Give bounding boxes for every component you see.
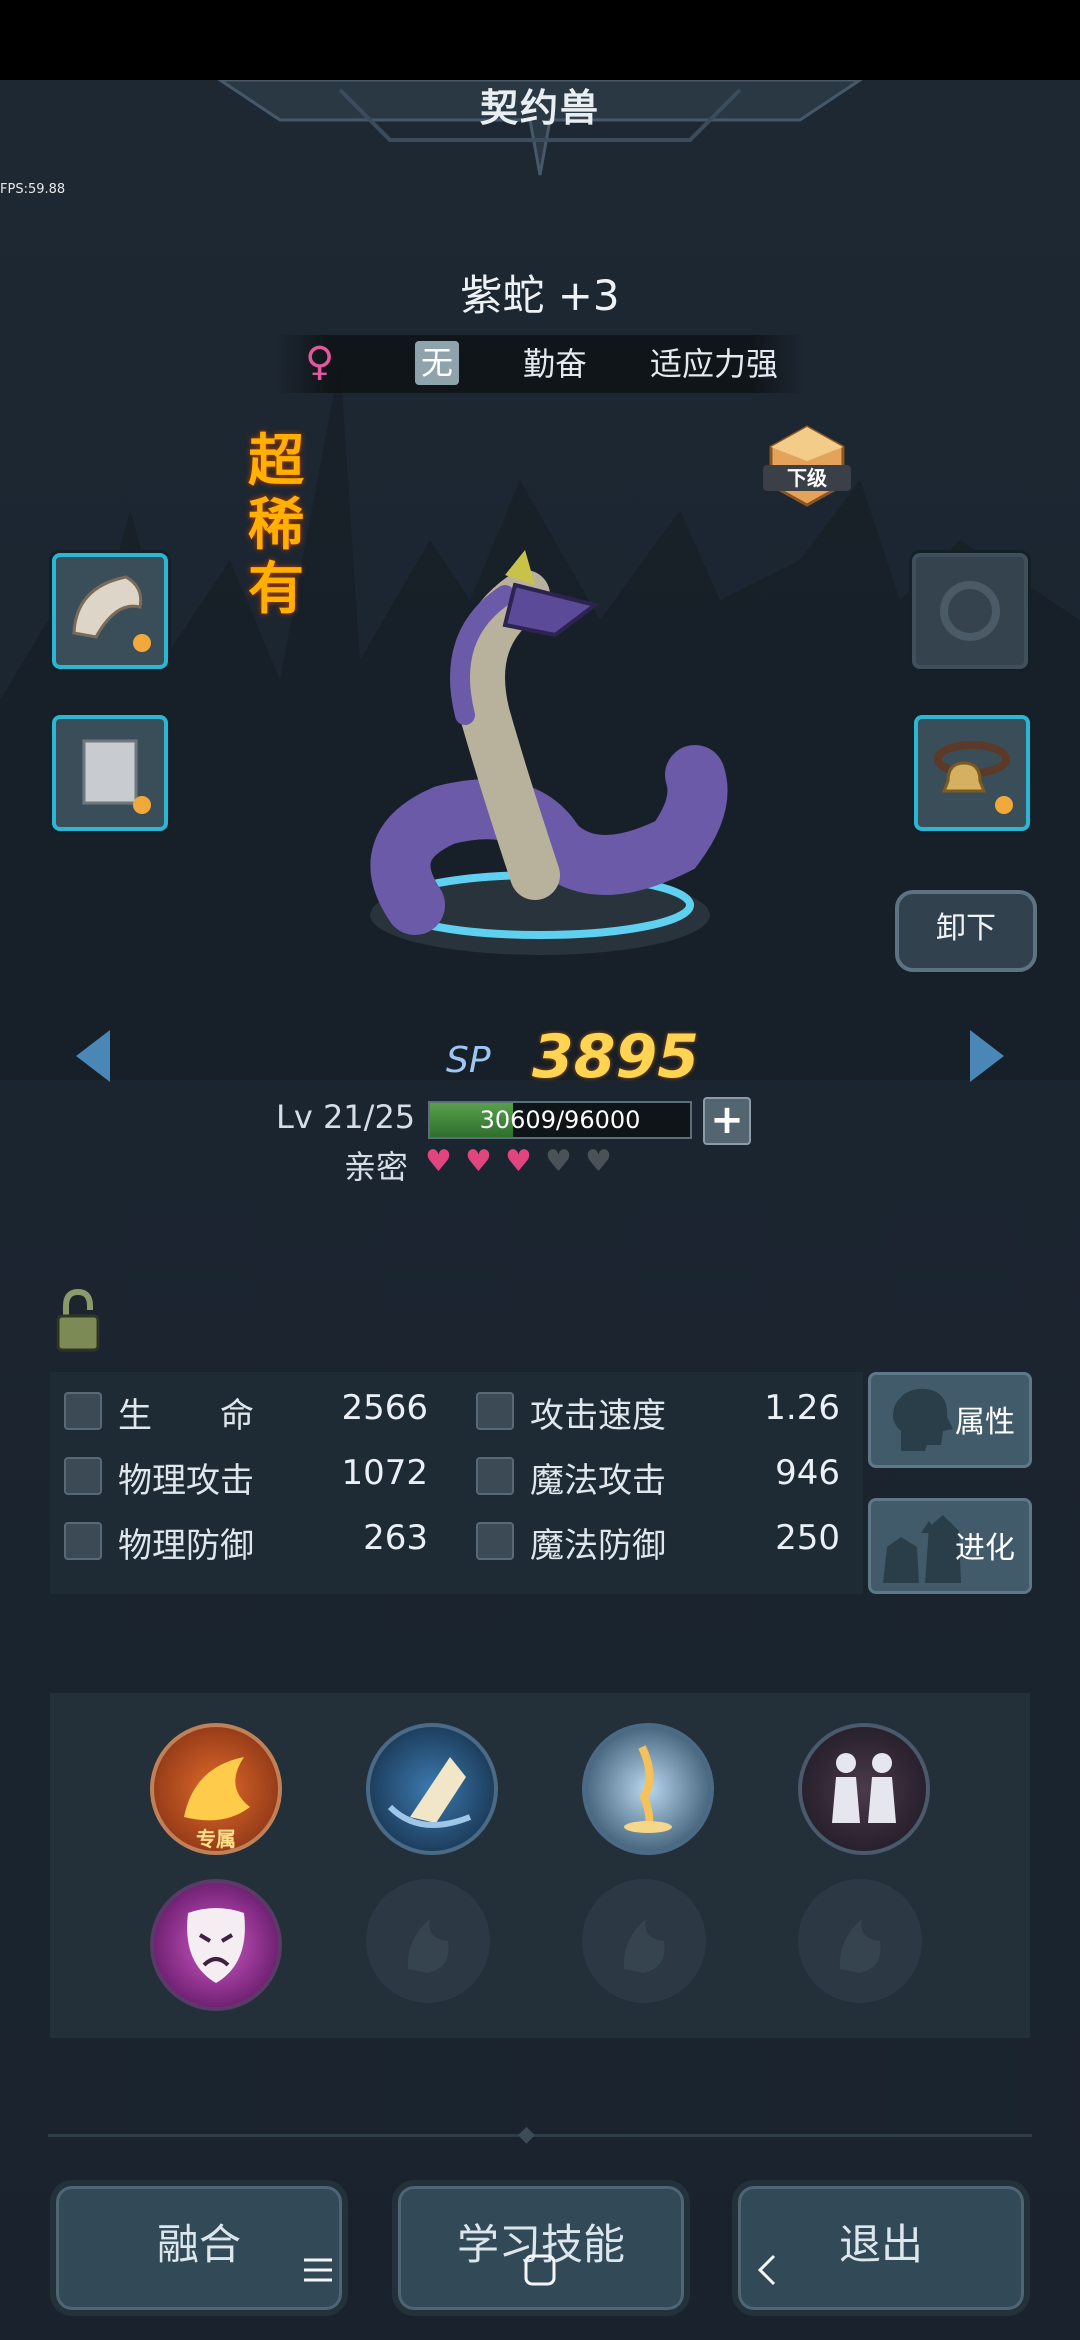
stat-value: 250 xyxy=(775,1518,840,1558)
claw-icon xyxy=(72,575,151,652)
sp-label: SP xyxy=(446,1040,491,1081)
stat-row: 生 命 2566 攻击速度 1.26 xyxy=(50,1380,863,1444)
equip-slot-claw[interactable] xyxy=(52,553,168,669)
heart-shield-icon xyxy=(64,1392,102,1430)
empty-skill-icon xyxy=(623,1919,665,1973)
bell-collar-icon xyxy=(934,741,1013,814)
back-nav-icon[interactable] xyxy=(748,2250,788,2290)
purple-snake-creature xyxy=(370,550,728,935)
stat-value: 263 xyxy=(363,1518,428,1558)
light-pillar-icon[interactable] xyxy=(582,1723,714,1855)
element-badge: 无 xyxy=(415,341,459,385)
heart-empty-icon: ♥ xyxy=(585,1144,612,1179)
twin-figures-icon xyxy=(832,1753,896,1823)
stat-value: 946 xyxy=(775,1453,840,1493)
evolve-button[interactable]: 进化 xyxy=(868,1498,1032,1594)
xp-text: 30609/96000 xyxy=(479,1106,641,1134)
empty-skill-slot[interactable] xyxy=(798,1879,922,2003)
stat-name: 魔法防御 xyxy=(530,1526,666,1566)
fuse-button[interactable]: 融合 xyxy=(50,2180,348,2316)
intimacy-label: 亲密 xyxy=(344,1148,409,1186)
stat-name: 物理防御 xyxy=(118,1526,254,1566)
prev-pet-arrow-icon[interactable] xyxy=(76,1030,110,1082)
armor-icon xyxy=(82,739,151,814)
add-xp-button[interactable]: + xyxy=(703,1097,751,1145)
stat-row: 物理攻击 1072 魔法攻击 946 xyxy=(50,1445,863,1509)
empty-skill-icon xyxy=(407,1919,449,1973)
exit-button[interactable]: 退出 xyxy=(732,2180,1030,2316)
wind-slash-icon xyxy=(387,1757,472,1828)
wind-slash-icon[interactable] xyxy=(366,1723,498,1855)
rarity-label: 超稀有 xyxy=(248,429,304,622)
trait-tag: 勤奋 xyxy=(523,345,588,383)
heart-full-icon: ♥ xyxy=(425,1144,452,1179)
divider-ornament-icon: ◆ xyxy=(518,2122,535,2147)
heart-full-icon: ♥ xyxy=(505,1144,532,1179)
attributes-button[interactable]: 属性 xyxy=(868,1372,1032,1468)
magic-shield-icon xyxy=(476,1522,514,1560)
fps-counter: FPS:59.88 xyxy=(0,182,66,197)
female-icon: ♀ xyxy=(305,339,335,385)
wand-icon xyxy=(476,1457,514,1495)
pet-name: 紫蛇 +3 xyxy=(460,271,620,320)
empty-skill-icon xyxy=(839,1919,881,1973)
page-title: 契约兽 xyxy=(479,86,600,130)
shield-icon xyxy=(64,1522,102,1560)
xp-bar: 30609/96000 xyxy=(428,1101,692,1139)
skills-panel: 专属 xyxy=(50,1693,1030,2038)
stat-name: 魔法攻击 xyxy=(530,1461,666,1501)
heart-full-icon: ♥ xyxy=(465,1144,492,1179)
trait-tag: 适应力强 xyxy=(650,345,779,383)
evolve-label: 进化 xyxy=(955,1531,1015,1566)
grade-badge: 下级 xyxy=(763,425,851,507)
stat-name: 攻击速度 xyxy=(530,1396,666,1436)
menu-nav-icon[interactable] xyxy=(298,2250,338,2290)
stat-value: 1072 xyxy=(341,1453,428,1493)
head-profile-icon xyxy=(893,1388,953,1451)
stat-value: 2566 xyxy=(341,1388,428,1428)
twin-figures-icon[interactable] xyxy=(798,1723,930,1855)
next-pet-arrow-icon[interactable] xyxy=(970,1030,1004,1082)
home-nav-icon[interactable] xyxy=(520,2250,560,2290)
learn-skill-button[interactable]: 学习技能 xyxy=(392,2180,690,2316)
pet-tags-bar: ♀ 无 勤奋 适应力强 xyxy=(275,335,805,393)
heart-empty-icon: ♥ xyxy=(545,1144,572,1179)
stat-name: 生 命 xyxy=(118,1396,254,1436)
lock-icon[interactable] xyxy=(56,1288,100,1354)
stat-row: 物理防御 263 魔法防御 250 xyxy=(50,1510,863,1574)
exclusive-label: 专属 xyxy=(196,1827,236,1851)
sp-value: 3895 xyxy=(532,1022,699,1092)
sword-icon xyxy=(64,1457,102,1495)
equip-slot-empty[interactable] xyxy=(912,553,1028,669)
stat-value: 1.26 xyxy=(764,1388,840,1428)
unequip-button[interactable]: 卸下 xyxy=(895,890,1037,972)
equip-slot-armor[interactable] xyxy=(52,715,168,831)
stat-name: 物理攻击 xyxy=(118,1461,254,1501)
level-text: Lv 21/25 xyxy=(276,1098,416,1136)
grade-label: 下级 xyxy=(763,465,851,491)
crying-mask-icon xyxy=(187,1908,245,1983)
light-pillar-icon xyxy=(624,1745,672,1833)
intimacy-hearts: ♥ ♥ ♥ ♥ ♥ xyxy=(425,1144,625,1179)
empty-skill-slot[interactable] xyxy=(582,1879,706,2003)
section-divider xyxy=(48,2134,1032,2137)
fire-claw-icon[interactable]: 专属 xyxy=(150,1723,282,1855)
crying-mask-icon[interactable] xyxy=(150,1879,282,2011)
equip-slot-collar[interactable] xyxy=(914,715,1030,831)
boot-speed-icon xyxy=(476,1392,514,1430)
empty-skill-slot[interactable] xyxy=(366,1879,490,2003)
evolve-silhouette-icon xyxy=(883,1515,961,1583)
status-bar xyxy=(0,0,1080,80)
attributes-label: 属性 xyxy=(955,1405,1015,1440)
empty-ring-icon xyxy=(940,581,1000,641)
stats-panel: 生 命 2566 攻击速度 1.26 物理攻击 1072 魔法攻击 946 物理… xyxy=(50,1372,863,1594)
